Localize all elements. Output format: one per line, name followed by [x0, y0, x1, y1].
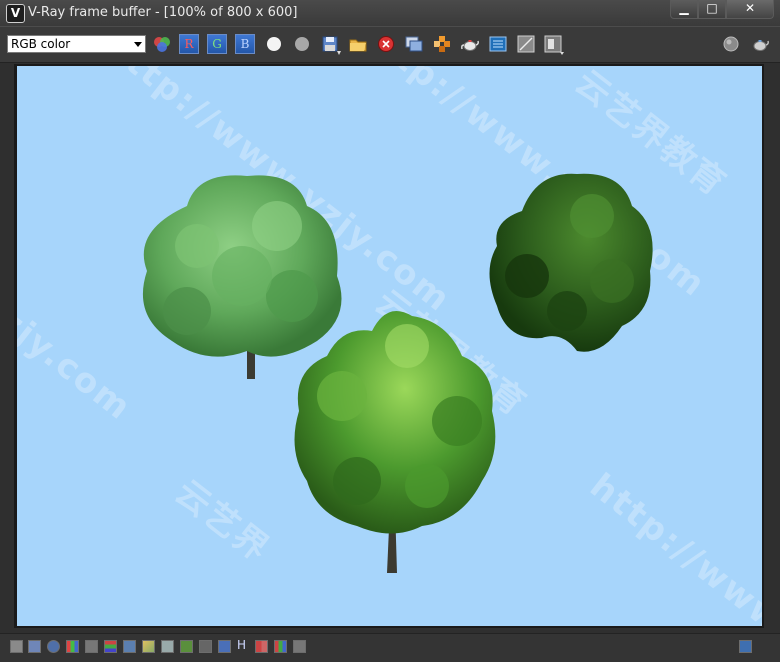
panel-toggle-icon[interactable]	[739, 640, 752, 653]
clear-red-circle-icon	[378, 36, 394, 52]
open-folder-icon	[349, 39, 367, 52]
vray-logo-icon: V	[6, 4, 25, 23]
alpha-channel-button[interactable]	[264, 34, 284, 54]
maximize-button[interactable]: □	[698, 0, 726, 19]
levels-icon	[544, 35, 564, 55]
lens-small-icon[interactable]	[218, 640, 231, 653]
toolbar: RGB color R G B	[0, 26, 780, 63]
render-button[interactable]	[750, 34, 770, 54]
monochrome-button[interactable]	[292, 34, 312, 54]
teapot-render-icon	[753, 40, 769, 51]
tree-dark-green	[489, 173, 653, 352]
watermark-text: yzjy.com	[17, 286, 140, 429]
info-icon[interactable]	[47, 640, 60, 653]
channel-compare-icon[interactable]	[274, 640, 287, 653]
frame-icon[interactable]	[28, 640, 41, 653]
save-image-button[interactable]	[320, 34, 341, 55]
compare-ab-icon[interactable]	[255, 640, 268, 653]
render-last-button[interactable]	[460, 34, 480, 54]
window-controls: ▁ □ ✕	[670, 0, 774, 20]
history-icon[interactable]	[293, 640, 306, 653]
channel-dropdown-value: RGB color	[11, 37, 71, 51]
lens-effects-icon	[489, 36, 507, 52]
show-window-icon[interactable]	[10, 640, 23, 653]
histogram-button[interactable]	[543, 34, 564, 55]
title-bar[interactable]: V V-Ray frame buffer - [100% of 800 x 60…	[0, 0, 780, 26]
watermark-text: 云艺界	[167, 472, 278, 571]
green-channel-button[interactable]: G	[207, 34, 227, 54]
gray-circle-icon	[295, 37, 309, 51]
teapot-icon	[461, 40, 479, 51]
duplicate-to-mtl-button[interactable]	[404, 34, 424, 54]
clear-image-button[interactable]	[376, 34, 396, 54]
exposure-icon[interactable]	[142, 640, 155, 653]
rgb-circles-icon	[154, 37, 170, 52]
settings-gear-icon[interactable]	[161, 640, 174, 653]
lut-icon[interactable]	[180, 640, 193, 653]
blue-channel-button[interactable]: B	[235, 34, 255, 54]
h-toggle-button[interactable]: H	[237, 638, 246, 652]
curve-icon	[517, 35, 535, 53]
render-canvas[interactable]: http://www.yzjy.com 云艺界教育 http://www.yzj…	[17, 66, 762, 626]
status-bar: H	[0, 633, 780, 662]
sphere-icon	[723, 36, 739, 52]
red-channel-button[interactable]: R	[179, 34, 199, 54]
histogram-icon[interactable]	[123, 640, 136, 653]
watermark-text: http://www.	[582, 466, 762, 626]
track-mouse-button[interactable]	[721, 34, 741, 54]
grid-icon[interactable]	[85, 640, 98, 653]
rgb-bars-icon[interactable]	[66, 640, 79, 653]
close-button[interactable]: ✕	[726, 0, 774, 19]
copy-window-icon	[405, 36, 423, 52]
curve-small-icon[interactable]	[199, 640, 212, 653]
vray-frame-buffer-window: V V-Ray frame buffer - [100% of 800 x 60…	[0, 0, 780, 662]
display-channels-button[interactable]	[152, 34, 172, 54]
channel-dropdown[interactable]: RGB color	[7, 35, 146, 53]
color-stripes-icon[interactable]	[104, 640, 117, 653]
tiles-render-icon	[434, 36, 450, 52]
region-render-button[interactable]	[432, 34, 452, 54]
save-disk-icon	[322, 36, 341, 55]
color-correction-button[interactable]	[488, 34, 508, 54]
white-circle-icon	[267, 37, 281, 51]
minimize-button[interactable]: ▁	[670, 0, 698, 19]
load-image-button[interactable]	[348, 34, 368, 54]
chevron-down-icon	[134, 42, 142, 47]
tree-bright-green	[294, 311, 496, 573]
curve-correction-button[interactable]	[516, 34, 536, 54]
window-title: V-Ray frame buffer - [100% of 800 x 600]	[28, 5, 298, 20]
